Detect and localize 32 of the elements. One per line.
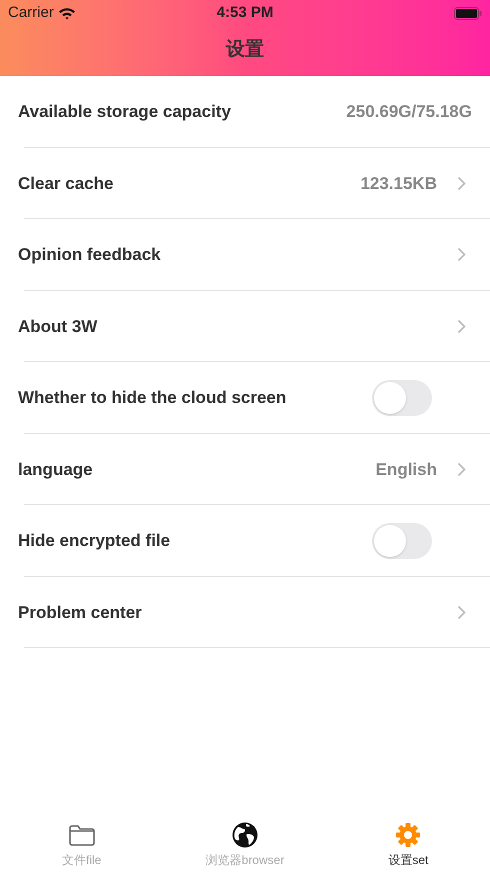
chevron-right-icon (457, 462, 466, 477)
wifi-icon (58, 6, 76, 20)
row-label: About 3W (18, 316, 98, 338)
toggle-switch[interactable] (372, 522, 432, 559)
settings-icon (395, 822, 422, 848)
settings-row[interactable]: Opinion feedback (0, 219, 490, 290)
row-value: 250.69G/75.18G (346, 101, 472, 123)
settings-row[interactable]: language English (0, 434, 490, 505)
tab-item[interactable]: 设置set (326, 820, 490, 876)
row-label: language (18, 458, 94, 481)
settings-row[interactable]: About 3W (0, 290, 490, 362)
chevron-right-icon (457, 604, 466, 620)
chevron-right-icon (457, 176, 466, 191)
page-title: 设置 (226, 38, 264, 62)
row-value: 123.15KB (360, 172, 437, 194)
row-label: Opinion feedback (18, 244, 162, 266)
settings-row[interactable]: Problem center (0, 576, 490, 648)
row-label: Whether to hide the cloud screen (18, 387, 288, 409)
row-value: English (376, 458, 437, 481)
carrier-label: Carrier (8, 2, 54, 23)
row-label: Available storage capacity (18, 101, 232, 123)
status-time: 4:53 PM (216, 2, 274, 23)
folder-icon (68, 823, 96, 847)
row-label: Clear cache (18, 172, 114, 194)
row-label: Hide encrypted file (18, 530, 172, 552)
battery-icon (454, 6, 482, 20)
chevron-right-icon (457, 247, 466, 262)
toggle-switch[interactable] (372, 380, 432, 416)
settings-row[interactable]: Clear cache 123.15KB (0, 148, 490, 219)
chevron-right-icon (457, 318, 466, 334)
row-label: Problem center (18, 602, 143, 624)
globe-icon (230, 821, 259, 849)
